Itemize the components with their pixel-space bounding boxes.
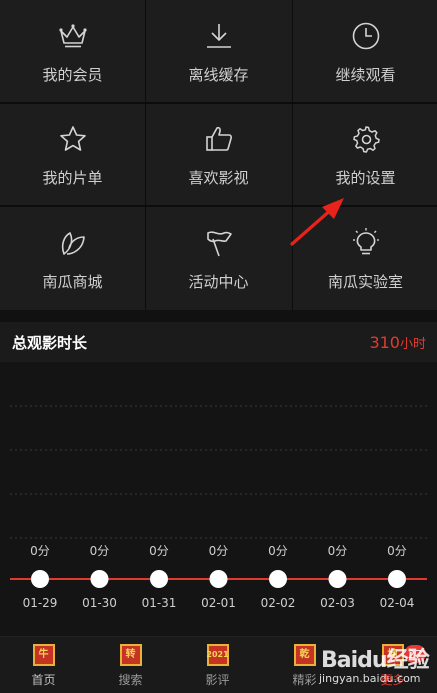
watch-time-chart: 0分 01-29 0分 01-30 0分 01-31 0分 02-01 0分 02-02 0分 02-… [0,362,437,636]
tab-more[interactable]: 坤 更多 27 [348,637,437,693]
flag-icon [201,225,237,261]
tab-label: 更多 [380,673,405,687]
tab-label: 影评 [205,673,230,687]
menu-item-label: 我的会员 [42,65,103,84]
tab-home[interactable]: 牛 首页 [0,637,87,693]
lightbulb-icon [348,225,384,261]
watch-time-unit: 小时 [399,336,426,352]
crown-icon [55,18,91,54]
menu-item-lab[interactable]: 南瓜实验室 [293,207,437,310]
data-label: 0分 [30,544,50,558]
data-point [90,570,109,588]
menu-item-membership[interactable]: 我的会员 [0,0,145,102]
home-icon: 牛 [32,644,55,666]
data-label: 0分 [90,544,110,558]
menu-item-label: 我的设置 [335,169,396,187]
data-label: 0分 [387,544,407,558]
data-point [328,570,347,588]
data-point [388,570,406,588]
notification-badge: 27 [404,645,426,663]
menu-item-label: 活动中心 [188,273,249,291]
x-tick-label: 01-30 [82,596,117,610]
search-icon: 转 [119,644,142,666]
menu-item-continue-watching[interactable]: 继续观看 [293,0,437,102]
menu-item-offline-cache[interactable]: 离线缓存 [146,0,291,102]
tab-highlights[interactable]: 乾 精彩 [261,637,348,693]
thumbs-up-icon [201,121,237,157]
more-icon: 坤 [381,644,404,666]
watch-time-title: 总观影时长 [12,333,88,352]
menu-item-label: 南瓜商城 [42,273,103,291]
highlights-icon: 乾 [293,644,316,666]
menu-item-my-list[interactable]: 我的片单 [0,104,145,205]
menu-item-settings[interactable]: 我的设置 [293,104,437,205]
menu-item-store[interactable]: 南瓜商城 [0,207,145,310]
data-label: 0分 [328,544,348,558]
x-tick-label: 02-04 [380,596,415,610]
x-tick-label: 01-31 [142,596,177,610]
tab-reviews[interactable]: 2021 影评 [174,637,261,693]
x-tick-label: 01-29 [23,596,58,610]
x-tick-label: 02-01 [201,596,236,610]
tab-label: 精彩 [292,673,317,687]
menu-item-label: 继续观看 [335,65,396,84]
menu-item-label: 我的片单 [42,169,103,187]
clock-icon [348,18,384,54]
download-icon [201,18,237,54]
menu-item-favorites[interactable]: 喜欢影视 [146,104,291,205]
data-point [150,570,168,588]
bottom-tab-bar: 牛 首页 转 搜索 2021 影评 乾 精彩 坤 更多 27 [0,636,437,693]
menu-item-activity-center[interactable]: 活动中心 [146,207,291,310]
watch-time-total: 310小时 [369,333,426,352]
data-point [209,570,228,588]
data-label: 0分 [149,544,169,558]
leaf-icon [55,225,91,261]
menu-item-label: 离线缓存 [188,65,249,84]
gear-icon [348,121,384,157]
x-tick-label: 02-03 [320,596,355,610]
tab-label: 首页 [31,673,56,687]
star-icon [55,121,91,157]
data-label: 0分 [268,544,288,558]
x-tick-label: 02-02 [261,596,296,610]
tab-search[interactable]: 转 搜索 [87,637,174,693]
tab-label: 搜索 [118,673,143,687]
data-point [31,570,49,588]
menu-item-label: 喜欢影视 [188,169,249,187]
menu-grid: 我的会员 离线缓存 继续观看 我的片单 喜欢影视 我的设置 南瓜商城 活动中心 … [0,0,437,310]
watch-time-value: 310 [369,332,400,352]
watch-time-chart-svg: 0分 01-29 0分 01-30 0分 01-31 0分 02-01 0分 02-02 0分 02-… [10,405,427,610]
data-label: 0分 [209,544,229,558]
watch-time-header: 总观影时长 310小时 [0,322,437,362]
data-point [269,570,287,588]
reviews-icon: 2021 [206,644,229,666]
menu-item-label: 南瓜实验室 [327,273,403,291]
